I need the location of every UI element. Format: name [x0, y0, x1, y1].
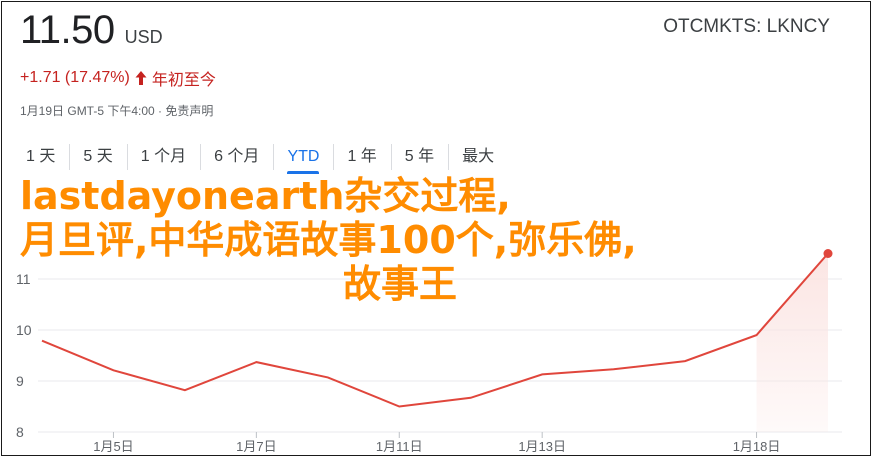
y-tick-label: 9 [16, 373, 24, 389]
x-tick-label: 1月11日 [376, 439, 423, 454]
price-chart[interactable]: 8 9 10 11 1月5日 1月7日 1月11日 1月13日 1月18日 [2, 2, 870, 455]
price-area-fill [756, 253, 828, 432]
x-tick-label: 1月5日 [93, 439, 133, 454]
x-tick-label: 1月18日 [733, 439, 781, 454]
stock-widget: 11.50 USD OTCMKTS: LKNCY +1.71 (17.47%) … [1, 1, 871, 456]
x-tick-label: 1月13日 [518, 439, 566, 454]
y-tick-label: 10 [16, 322, 32, 338]
y-tick-label: 8 [16, 424, 24, 440]
y-tick-label: 11 [16, 271, 31, 287]
latest-price-marker [823, 249, 833, 258]
x-tick-label: 1月7日 [236, 439, 276, 454]
